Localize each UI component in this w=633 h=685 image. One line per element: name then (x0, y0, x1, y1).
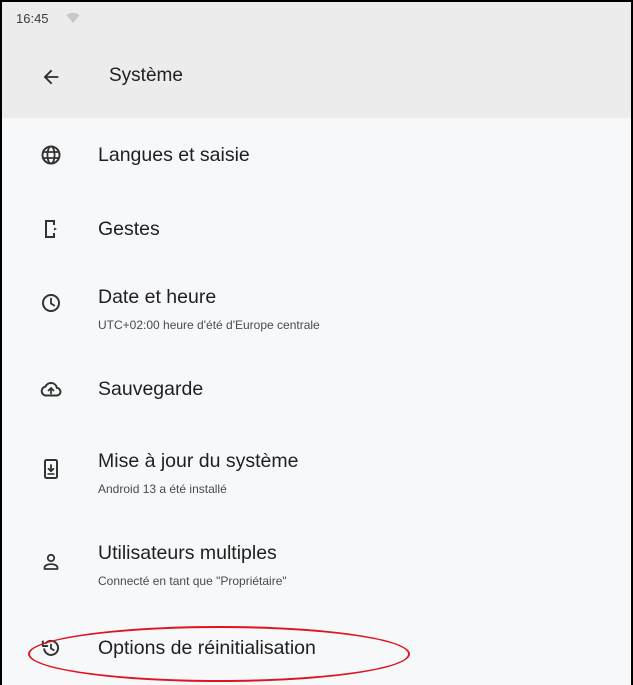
settings-item-gestures[interactable]: Gestes (2, 194, 631, 268)
settings-item-reset-options[interactable]: Options de réinitialisation (2, 608, 631, 685)
app-bar: Système (2, 36, 631, 118)
settings-item-multiple-users[interactable]: Utilisateurs multiples Connecté en tant … (2, 518, 631, 604)
settings-screen: 16:45 Système Langues et saisie Gestes D… (0, 0, 633, 685)
settings-item-label: Options de réinitialisation (98, 637, 316, 659)
settings-item-label: Gestes (98, 218, 160, 240)
settings-item-label: Date et heure (98, 286, 217, 308)
settings-item-label: Langues et saisie (98, 144, 250, 166)
settings-item-system-update[interactable]: Mise à jour du système Android 13 a été … (2, 430, 631, 516)
status-bar: 16:45 (2, 2, 631, 36)
system-update-icon (44, 459, 58, 479)
gesture-device-icon (45, 220, 57, 238)
settings-item-backup[interactable]: Sauvegarde (2, 354, 631, 428)
clock-icon (42, 294, 60, 312)
settings-item-label: Utilisateurs multiples (98, 542, 277, 564)
person-icon (43, 553, 59, 570)
settings-item-date-time[interactable]: Date et heure UTC+02:00 heure d'été d'Eu… (2, 270, 631, 354)
settings-item-label: Mise à jour du système (98, 450, 299, 472)
page-title: Système (109, 65, 183, 86)
settings-item-subtitle: Android 13 a été installé (98, 482, 227, 496)
settings-item-subtitle: Connecté en tant que "Propriétaire" (98, 574, 287, 588)
globe-icon (41, 145, 61, 165)
settings-item-languages[interactable]: Langues et saisie (2, 120, 631, 194)
wifi-icon (66, 12, 80, 23)
arrow-back-icon[interactable] (40, 66, 62, 88)
cloud-upload-icon (40, 382, 62, 397)
settings-item-subtitle: UTC+02:00 heure d'été d'Europe centrale (98, 318, 320, 332)
status-time: 16:45 (16, 11, 49, 26)
history-icon (41, 639, 60, 656)
settings-item-label: Sauvegarde (98, 378, 204, 400)
